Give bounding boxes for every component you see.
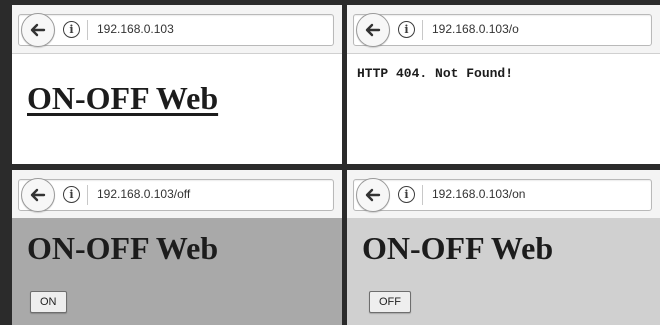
info-icon[interactable]: i bbox=[63, 21, 80, 38]
address-bar[interactable]: i 192.168.0.103/o bbox=[353, 13, 652, 47]
browser-window-off: i 192.168.0.103/off ON-OFF Web ON bbox=[12, 170, 342, 325]
page-heading: ON-OFF Web bbox=[27, 230, 219, 266]
url-text[interactable]: 192.168.0.103 bbox=[97, 22, 174, 36]
address-bar[interactable]: i 192.168.0.103/off bbox=[18, 178, 334, 212]
browser-window-404: i 192.168.0.103/o HTTP 404. Not Found! bbox=[347, 5, 660, 164]
page-content: ON-OFF Web OFF bbox=[347, 218, 660, 325]
page-content: HTTP 404. Not Found! bbox=[347, 53, 660, 164]
browser-window-root: i 192.168.0.103 ON-OFF Web bbox=[12, 5, 342, 164]
browser-toolbar: i 192.168.0.103/o bbox=[347, 5, 660, 53]
address-bar[interactable]: i 192.168.0.103 bbox=[18, 13, 334, 47]
back-arrow-icon bbox=[30, 23, 46, 37]
page-heading: ON-OFF Web bbox=[27, 80, 219, 116]
back-button[interactable] bbox=[21, 13, 55, 47]
back-arrow-icon bbox=[30, 188, 46, 202]
page-heading: ON-OFF Web bbox=[362, 230, 554, 266]
info-icon[interactable]: i bbox=[398, 21, 415, 38]
back-button[interactable] bbox=[356, 13, 390, 47]
address-separator bbox=[422, 20, 423, 40]
browser-toolbar: i 192.168.0.103 bbox=[12, 5, 342, 53]
back-arrow-icon bbox=[365, 23, 381, 37]
on-button[interactable]: ON bbox=[30, 291, 67, 313]
info-icon[interactable]: i bbox=[63, 186, 80, 203]
back-button[interactable] bbox=[21, 178, 55, 212]
address-bar[interactable]: i 192.168.0.103/on bbox=[353, 178, 652, 212]
browser-window-on: i 192.168.0.103/on ON-OFF Web OFF bbox=[347, 170, 660, 325]
screenshot-grid: i 192.168.0.103 ON-OFF Web i 192.168.0.1… bbox=[0, 0, 660, 325]
browser-toolbar: i 192.168.0.103/on bbox=[347, 170, 660, 218]
back-button[interactable] bbox=[356, 178, 390, 212]
url-text[interactable]: 192.168.0.103/on bbox=[432, 187, 525, 201]
url-text[interactable]: 192.168.0.103/off bbox=[97, 187, 190, 201]
address-separator bbox=[87, 185, 88, 205]
page-content: ON-OFF Web ON bbox=[12, 218, 342, 325]
info-icon[interactable]: i bbox=[398, 186, 415, 203]
page-content: ON-OFF Web bbox=[12, 53, 342, 164]
address-separator bbox=[87, 20, 88, 40]
error-message: HTTP 404. Not Found! bbox=[357, 66, 514, 81]
url-text[interactable]: 192.168.0.103/o bbox=[432, 22, 519, 36]
back-arrow-icon bbox=[365, 188, 381, 202]
browser-toolbar: i 192.168.0.103/off bbox=[12, 170, 342, 218]
off-button[interactable]: OFF bbox=[369, 291, 411, 313]
address-separator bbox=[422, 185, 423, 205]
